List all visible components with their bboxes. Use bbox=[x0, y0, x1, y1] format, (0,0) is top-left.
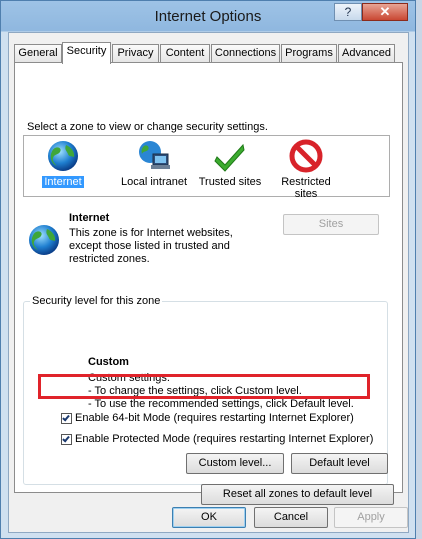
security-level-name: Custom bbox=[88, 356, 129, 368]
tab-advanced[interactable]: Advanced bbox=[338, 44, 395, 63]
zone-info-title: Internet bbox=[69, 212, 110, 224]
zone-trusted-sites[interactable]: Trusted sites bbox=[196, 139, 264, 188]
security-panel: Select a zone to view or change security… bbox=[14, 62, 403, 505]
enable-64bit-checkbox[interactable] bbox=[61, 413, 72, 424]
tab-general[interactable]: General bbox=[14, 44, 62, 63]
tab-security[interactable]: Security bbox=[62, 42, 111, 64]
zone-restricted-sites[interactable]: Restricted sites bbox=[276, 139, 336, 200]
sites-button[interactable]: Sites bbox=[283, 214, 379, 235]
title-bar[interactable]: Internet Options ? ✕ bbox=[1, 1, 415, 33]
custom-level-button[interactable]: Custom level... bbox=[186, 453, 284, 474]
zone-restricted-sites-label: Restricted sites bbox=[281, 176, 331, 200]
ok-button[interactable]: OK bbox=[172, 507, 246, 528]
enable-protected-mode-label[interactable]: Enable Protected Mode (requires restarti… bbox=[75, 433, 373, 445]
enable-protected-mode-checkbox[interactable] bbox=[61, 434, 72, 445]
security-level-legend: Security level for this zone bbox=[30, 295, 163, 307]
zone-prompt: Select a zone to view or change security… bbox=[27, 121, 268, 133]
reset-all-zones-button[interactable]: Reset all zones to default level bbox=[201, 484, 394, 505]
restricted-icon bbox=[289, 139, 323, 173]
zone-local-intranet[interactable]: Local intranet bbox=[114, 139, 194, 188]
default-level-button[interactable]: Default level bbox=[291, 453, 388, 474]
tab-content[interactable]: Content bbox=[160, 44, 210, 63]
tab-connections[interactable]: Connections bbox=[211, 44, 280, 63]
zone-local-intranet-label: Local intranet bbox=[120, 176, 188, 188]
zone-info-globe-icon bbox=[27, 223, 61, 257]
tab-programs[interactable]: Programs bbox=[281, 44, 337, 63]
cancel-button[interactable]: Cancel bbox=[254, 507, 328, 528]
intranet-icon bbox=[137, 139, 171, 173]
enable-64bit-label[interactable]: Enable 64-bit Mode (requires restarting … bbox=[75, 412, 354, 424]
close-button[interactable]: ✕ bbox=[362, 3, 408, 21]
tab-privacy[interactable]: Privacy bbox=[112, 44, 159, 63]
apply-button[interactable]: Apply bbox=[334, 507, 408, 528]
zone-info-description: This zone is for Internet websites, exce… bbox=[69, 227, 233, 265]
internet-options-window: Internet Options ? ✕ General Security Pr… bbox=[0, 0, 416, 539]
zone-internet[interactable]: Internet bbox=[38, 139, 88, 188]
security-level-bullet: - To use the recommended settings, click… bbox=[88, 398, 354, 410]
zone-internet-label: Internet bbox=[42, 176, 84, 188]
checkmark-icon bbox=[213, 139, 247, 173]
help-button[interactable]: ? bbox=[334, 3, 362, 21]
zone-trusted-sites-label: Trusted sites bbox=[198, 176, 262, 188]
zone-list: Internet Local intranet Trusted sites Re… bbox=[23, 135, 390, 200]
globe-icon bbox=[46, 139, 80, 173]
dialog-client: General Security Privacy Content Connect… bbox=[8, 32, 409, 533]
highlight-box bbox=[38, 374, 370, 399]
